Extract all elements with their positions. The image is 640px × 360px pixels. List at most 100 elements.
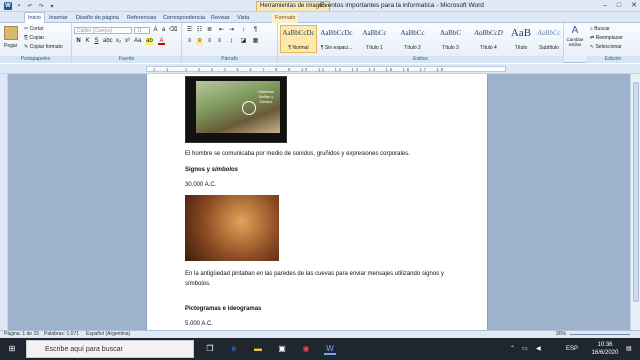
zoom-level[interactable]: 90% xyxy=(556,331,566,338)
paragraph-cuevas-line1: En la antigüedad pintaban en las paredes… xyxy=(185,271,444,277)
style-titulo-3[interactable]: AaBbC Título 3 xyxy=(432,25,469,53)
windows-start-icon[interactable]: ⊞ xyxy=(6,343,18,355)
style-name: ¶ Sin espaci... xyxy=(320,45,353,51)
justify-icon[interactable]: ≡ xyxy=(216,38,223,45)
save-icon[interactable]: ▪ xyxy=(15,2,23,10)
image-cave-paintings[interactable] xyxy=(185,195,279,261)
change-styles-button[interactable]: A Cambiar estilos xyxy=(564,25,586,55)
clear-format-icon[interactable]: ⌫ xyxy=(169,27,177,34)
style-name: ¶ Normal xyxy=(288,45,309,51)
word-logo-icon[interactable]: W xyxy=(4,2,12,10)
title-bar: W ▪ ↶ ↷ ▾ Herramientas de imagen Eventos… xyxy=(0,0,640,12)
quick-access-toolbar: W ▪ ↶ ↷ ▾ xyxy=(4,2,56,10)
decrease-indent-icon[interactable]: ⇤ xyxy=(218,27,225,34)
underline-button[interactable]: S xyxy=(93,38,100,45)
style-sin-espaciado[interactable]: AaBbCcDc ¶ Sin espaci... xyxy=(318,25,355,53)
minimize-button[interactable]: – xyxy=(603,1,607,11)
increase-indent-icon[interactable]: ⇥ xyxy=(228,27,235,34)
tab-insertar[interactable]: Insertar xyxy=(46,13,71,23)
word-count[interactable]: Palabras: 1.071 xyxy=(44,331,79,338)
style-titulo-1[interactable]: AaBbCc Título 1 xyxy=(356,25,393,53)
taskbar-search-input[interactable]: Escribe aquí para buscar xyxy=(26,340,194,358)
vertical-ruler xyxy=(0,74,8,330)
style-titulo[interactable]: AaB Título xyxy=(508,25,534,53)
format-painter-button[interactable]: ✎ Copiar formato xyxy=(24,44,63,50)
copy-button[interactable]: ⎘ Copiar xyxy=(24,35,44,41)
styles-group-label: Estilos xyxy=(278,56,563,63)
font-color-icon[interactable]: A xyxy=(158,38,165,45)
strikethrough-icon[interactable]: abc xyxy=(103,38,113,45)
heading-signos-simbolos: Signos y símbolos xyxy=(185,167,239,173)
zoom-slider[interactable] xyxy=(570,334,630,335)
bold-button[interactable]: N xyxy=(75,38,82,45)
customize-qat-icon[interactable]: ▾ xyxy=(48,2,56,10)
shrink-font-icon[interactable]: a xyxy=(160,27,167,34)
tab-revisar[interactable]: Revisar xyxy=(208,13,233,23)
change-case-icon[interactable]: Aa xyxy=(134,38,141,45)
font-group: Calibri (Cuerpo) 11 A a ⌫ N K S abc x₂ x… xyxy=(72,23,182,63)
volume-icon[interactable]: ◀ xyxy=(536,345,541,353)
style-titulo-4[interactable]: AaBbCcD Título 4 xyxy=(470,25,507,53)
word-taskbar-icon[interactable]: W xyxy=(324,343,336,355)
network-icon[interactable]: ▭ xyxy=(522,345,528,353)
sort-icon[interactable]: ↕ xyxy=(240,27,247,34)
select-button[interactable]: ↖ Seleccionar xyxy=(590,44,622,50)
style-titulo-2[interactable]: AaBbCc Título 2 xyxy=(394,25,431,53)
tab-inicio[interactable]: Inicio xyxy=(24,12,45,23)
tray-chevron-icon[interactable]: ⌃ xyxy=(510,345,515,353)
page-count[interactable]: Página: 1 de 15 xyxy=(4,331,39,338)
grow-font-icon[interactable]: A xyxy=(152,27,159,34)
clock[interactable]: 10:36 16/6/2020 xyxy=(590,341,620,357)
tab-correspondencia[interactable]: Correspondencia xyxy=(160,13,208,23)
borders-icon[interactable]: ▦ xyxy=(252,38,259,45)
clipboard-group: Pegar ✂ Cortar ⎘ Copiar ✎ Copiar formato… xyxy=(0,23,72,63)
paste-button[interactable]: Pegar xyxy=(4,43,17,49)
style-name: Título xyxy=(514,45,528,51)
highlight-icon[interactable]: ab xyxy=(146,38,153,45)
bullets-icon[interactable]: ☰ xyxy=(186,27,193,34)
window-title: Eventos importantes para la informatica … xyxy=(320,2,484,9)
tab-diseno-pagina[interactable]: Diseño de página xyxy=(73,13,122,23)
undo-icon[interactable]: ↶ xyxy=(26,2,34,10)
scrollbar-thumb[interactable] xyxy=(633,82,639,302)
align-left-icon[interactable]: ≡ xyxy=(186,38,193,45)
chrome-icon[interactable]: ◉ xyxy=(300,343,312,355)
language[interactable]: Español (Argentina) xyxy=(86,331,130,338)
align-center-icon[interactable]: ≡ xyxy=(196,38,203,45)
align-right-icon[interactable]: ≡ xyxy=(206,38,213,45)
shading-icon[interactable]: ◪ xyxy=(240,38,247,45)
maximize-button[interactable]: □ xyxy=(617,1,621,11)
store-icon[interactable]: ▣ xyxy=(276,343,288,355)
subscript-icon[interactable]: x₂ xyxy=(115,38,122,45)
vertical-scrollbar[interactable] xyxy=(630,74,640,330)
horizontal-ruler[interactable]: · 2 · 1 · · 1 · 2 · 3 · 4 · 5 · 6 · 7 · … xyxy=(0,64,640,74)
cut-button[interactable]: ✂ Cortar xyxy=(24,26,44,32)
paste-icon[interactable] xyxy=(4,26,18,40)
multilevel-list-icon[interactable]: ≣ xyxy=(206,27,213,34)
heading-pictogramas: Pictogramas e ideogramas xyxy=(185,306,262,312)
italic-button[interactable]: K xyxy=(84,38,91,45)
edge-icon[interactable]: e xyxy=(228,343,240,355)
redo-icon[interactable]: ↷ xyxy=(37,2,45,10)
find-button[interactable]: ⌕ Buscar xyxy=(590,26,610,32)
notifications-icon[interactable]: ▤ xyxy=(626,345,632,353)
numbering-icon[interactable]: ☷ xyxy=(196,27,203,34)
style-normal[interactable]: AaBbCcDc ¶ Normal xyxy=(280,25,317,53)
style-subtitulo[interactable]: AaBbCc Subtítulo xyxy=(536,25,562,53)
task-view-icon[interactable]: ❐ xyxy=(204,343,216,355)
image-hombres-senas-gestos[interactable]: Hombres Señas y Gestos xyxy=(185,76,287,143)
document-page[interactable]: Hombres Señas y Gestos El hombre se comu… xyxy=(146,74,488,330)
superscript-icon[interactable]: x² xyxy=(124,38,131,45)
show-marks-icon[interactable]: ¶ xyxy=(252,27,259,34)
line-spacing-icon[interactable]: ↨ xyxy=(228,38,235,45)
replace-button[interactable]: ⇄ Reemplazar xyxy=(590,35,623,41)
font-name-field[interactable]: Calibri (Cuerpo) xyxy=(74,27,132,34)
tab-referencias[interactable]: Referencias xyxy=(124,13,159,23)
tab-formato[interactable]: Formato xyxy=(272,13,299,23)
tab-vista[interactable]: Vista xyxy=(234,13,252,23)
close-button[interactable]: ✕ xyxy=(631,1,637,11)
ribbon-tabs: Inicio Insertar Diseño de página Referen… xyxy=(0,12,640,23)
font-size-field[interactable]: 11 xyxy=(134,27,150,34)
input-language[interactable]: ESP xyxy=(566,345,578,353)
file-explorer-icon[interactable]: ▬ xyxy=(252,343,264,355)
